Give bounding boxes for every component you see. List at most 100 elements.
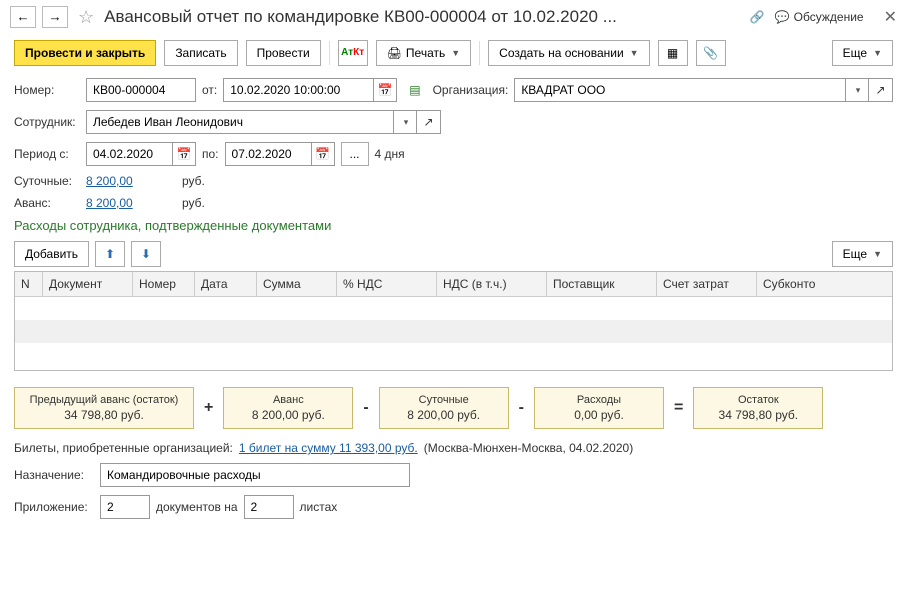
per-diem-label: Суточные: xyxy=(14,174,80,188)
equals-icon: = xyxy=(674,399,683,417)
col-vat[interactable]: НДС (в т.ч.) xyxy=(437,272,547,296)
summary-prev-label: Предыдущий аванс (остаток) xyxy=(25,394,183,406)
post-button[interactable]: Провести xyxy=(246,40,321,66)
summary-rest-label: Остаток xyxy=(704,394,812,406)
calendar-button[interactable]: 📅 xyxy=(311,142,335,166)
calendar-icon: 📅 xyxy=(315,148,330,160)
org-open-button[interactable]: ↗ xyxy=(869,78,893,102)
col-date[interactable]: Дата xyxy=(195,272,257,296)
summary-pd-value: 8 200,00 руб. xyxy=(390,408,498,422)
link-icon[interactable]: 🔗 xyxy=(750,11,765,23)
col-num[interactable]: Номер xyxy=(133,272,195,296)
plus-icon: + xyxy=(204,399,213,417)
summary-perdiem: Суточные 8 200,00 руб. xyxy=(379,387,509,429)
summary-adv-label: Аванс xyxy=(234,394,342,406)
period-from-field[interactable] xyxy=(86,142,172,166)
days-label: 4 дня xyxy=(375,147,405,161)
summary-rest: Остаток 34 798,80 руб. xyxy=(693,387,823,429)
number-field[interactable] xyxy=(86,78,196,102)
chat-icon: 💬 xyxy=(775,11,790,23)
discussion-link[interactable]: 💬 Обсуждение xyxy=(775,10,864,24)
separator xyxy=(329,41,330,65)
table-more-button[interactable]: Еще ▼ xyxy=(832,241,893,267)
attach-label: Приложение: xyxy=(14,500,94,514)
minus-icon: - xyxy=(519,399,524,417)
employee-open-button[interactable]: ↗ xyxy=(417,110,441,134)
col-sum[interactable]: Сумма xyxy=(257,272,337,296)
col-supplier[interactable]: Поставщик xyxy=(547,272,657,296)
period-select-button[interactable]: ... xyxy=(341,142,369,166)
col-n[interactable]: N xyxy=(15,272,43,296)
create-based-button[interactable]: Создать на основании ▼ xyxy=(488,40,649,66)
tickets-link[interactable]: 1 билет на сумму 11 393,00 руб. xyxy=(239,441,418,455)
table-more-label: Еще xyxy=(843,247,867,261)
minus-icon: - xyxy=(363,399,368,417)
org-select-button[interactable]: ▾ xyxy=(845,78,869,102)
post-and-close-button[interactable]: Провести и закрыть xyxy=(14,40,156,66)
summary-exp-value: 0,00 руб. xyxy=(545,408,653,422)
arrow-left-icon: ← xyxy=(16,10,29,23)
create-based-label: Создать на основании xyxy=(499,46,624,60)
separator xyxy=(479,41,480,65)
table-row xyxy=(15,320,892,343)
period-to-field[interactable] xyxy=(225,142,311,166)
move-down-button[interactable]: ⬇ xyxy=(131,241,161,267)
arrow-down-icon: ⬇ xyxy=(141,248,151,260)
from-label: от: xyxy=(202,83,217,97)
save-button[interactable]: Записать xyxy=(164,40,237,66)
date-field[interactable] xyxy=(223,78,373,102)
calendar-button[interactable]: 📅 xyxy=(373,78,397,102)
employee-select-button[interactable]: ▾ xyxy=(393,110,417,134)
attach-sheets-field[interactable] xyxy=(244,495,294,519)
col-vat-pct[interactable]: % НДС xyxy=(337,272,437,296)
table-row xyxy=(15,297,892,320)
structure-icon: ▦ xyxy=(667,47,678,59)
employee-field[interactable] xyxy=(86,110,393,134)
summary-expenses: Расходы 0,00 руб. xyxy=(534,387,664,429)
per-diem-link[interactable]: 8 200,00 xyxy=(86,174,176,188)
page-title: Авансовый отчет по командировке КВ00-000… xyxy=(104,7,617,27)
purpose-label: Назначение: xyxy=(14,468,94,482)
open-icon: ↗ xyxy=(423,116,433,128)
rub-label: руб. xyxy=(182,174,205,188)
advance-link[interactable]: 8 200,00 xyxy=(86,196,176,210)
dtkt-button[interactable]: АтКт xyxy=(338,40,368,66)
arrow-up-icon: ⬆ xyxy=(105,248,115,260)
period-to-label: по: xyxy=(202,147,219,161)
col-doc[interactable]: Документ xyxy=(43,272,133,296)
employee-label: Сотрудник: xyxy=(14,115,80,129)
print-button[interactable]: 🖨 Печать ▼ xyxy=(376,40,471,66)
attach-button[interactable]: 📎 xyxy=(696,40,726,66)
advance-label: Аванс: xyxy=(14,196,80,210)
star-icon[interactable]: ☆ xyxy=(78,7,94,28)
org-field[interactable] xyxy=(514,78,845,102)
summary-pd-label: Суточные xyxy=(390,394,498,406)
nav-forward-button[interactable]: → xyxy=(42,6,68,28)
tickets-label: Билеты, приобретенные организацией: xyxy=(14,441,233,455)
table-row xyxy=(15,343,892,366)
dtkt-icon: АтКт xyxy=(341,48,364,58)
purpose-field[interactable] xyxy=(100,463,410,487)
more-button[interactable]: Еще ▼ xyxy=(832,40,893,66)
calendar-button[interactable]: 📅 xyxy=(172,142,196,166)
col-account[interactable]: Счет затрат xyxy=(657,272,757,296)
open-icon: ↗ xyxy=(875,84,885,96)
close-button[interactable]: ✕ xyxy=(884,7,897,27)
chevron-down-icon: ▼ xyxy=(873,48,882,58)
summary-exp-label: Расходы xyxy=(545,394,653,406)
attach-count-field[interactable] xyxy=(100,495,150,519)
expenses-table[interactable]: N Документ Номер Дата Сумма % НДС НДС (в… xyxy=(14,271,893,371)
period-from-label: Период с: xyxy=(14,147,80,161)
chevron-down-icon: ▾ xyxy=(404,117,409,128)
move-up-button[interactable]: ⬆ xyxy=(95,241,125,267)
nav-back-button[interactable]: ← xyxy=(10,6,36,28)
structure-button[interactable]: ▦ xyxy=(658,40,688,66)
col-subconto[interactable]: Субконто xyxy=(757,272,892,296)
calendar-icon: 📅 xyxy=(378,84,393,96)
chevron-down-icon: ▼ xyxy=(873,249,882,259)
add-button[interactable]: Добавить xyxy=(14,241,89,267)
chevron-down-icon: ▾ xyxy=(856,85,861,96)
summary-prev-value: 34 798,80 руб. xyxy=(25,408,183,422)
table-body[interactable] xyxy=(15,297,892,367)
summary-adv-value: 8 200,00 руб. xyxy=(234,408,342,422)
